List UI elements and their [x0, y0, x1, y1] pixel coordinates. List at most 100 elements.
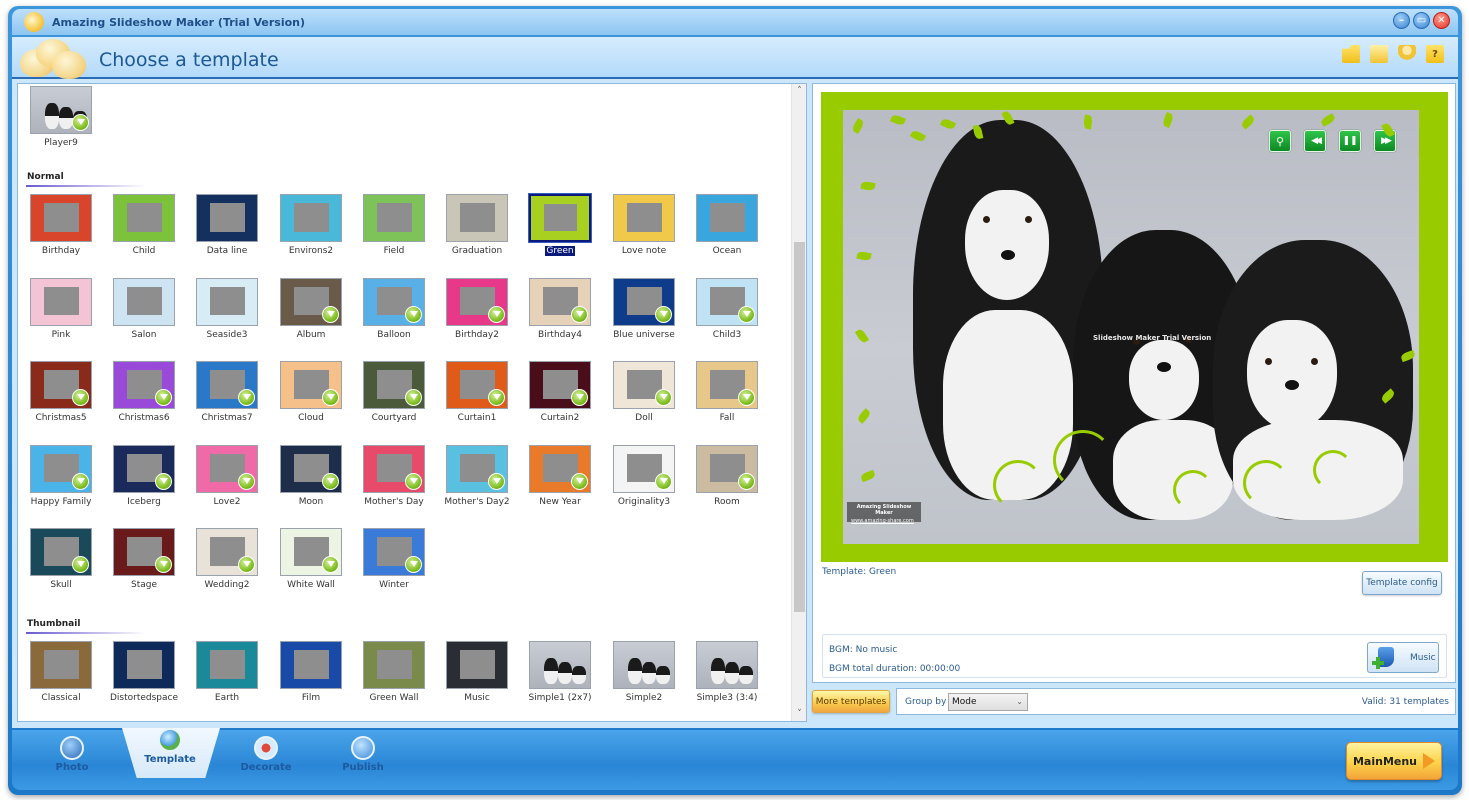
template-item[interactable]: Player9 [18, 86, 102, 156]
template-item[interactable]: Album [268, 277, 352, 348]
download-icon[interactable] [488, 389, 505, 406]
template-item[interactable]: Green [517, 193, 601, 264]
template-item[interactable]: Environs2 [268, 194, 352, 264]
download-icon[interactable] [238, 556, 255, 573]
download-icon[interactable] [155, 389, 172, 406]
template-item[interactable]: Christmas7 [184, 361, 268, 431]
download-icon[interactable] [655, 472, 672, 490]
download-icon[interactable] [72, 389, 89, 406]
scroll-thumb[interactable] [794, 242, 805, 612]
template-item[interactable]: Happy Family [18, 444, 102, 515]
template-item[interactable]: Birthday [18, 194, 102, 264]
download-icon[interactable] [655, 389, 672, 406]
template-item[interactable]: Simple1 (2x7) [517, 641, 601, 711]
music-button[interactable]: Music [1367, 642, 1439, 673]
template-item[interactable]: Green Wall [351, 641, 435, 711]
zoom-icon[interactable]: ⚲ [1269, 130, 1291, 152]
template-item[interactable]: Moon [268, 444, 352, 515]
template-item[interactable]: Graduation [434, 194, 518, 264]
tab-template[interactable]: Template [130, 728, 210, 770]
open-folder-icon[interactable] [1342, 45, 1360, 63]
download-icon[interactable] [571, 389, 588, 406]
template-item[interactable]: Wedding2 [184, 528, 268, 598]
download-icon[interactable] [405, 556, 422, 573]
group-by-select[interactable]: Mode ⌄ [948, 693, 1028, 711]
download-icon[interactable] [405, 472, 422, 490]
download-icon[interactable] [405, 389, 422, 406]
download-icon[interactable] [72, 472, 89, 490]
template-item[interactable]: Classical [18, 641, 102, 711]
download-icon[interactable] [405, 305, 422, 323]
template-item[interactable]: Film [268, 641, 352, 711]
template-item[interactable]: Child [101, 194, 185, 264]
template-config-button[interactable]: Template config [1362, 571, 1442, 595]
user-icon[interactable] [1398, 45, 1416, 63]
template-item[interactable]: Winter [351, 528, 435, 598]
template-preview[interactable]: Slideshow Maker Trial Version Amazing Sl… [821, 92, 1448, 562]
maximize-button[interactable]: ▭ [1413, 12, 1430, 29]
download-icon[interactable] [155, 556, 172, 573]
tab-publish[interactable]: Publish [323, 736, 403, 778]
template-item[interactable]: Simple3 (3:4) [684, 641, 768, 711]
main-menu-button[interactable]: MainMenu [1346, 742, 1442, 780]
template-item[interactable]: Distortedspace [101, 641, 185, 711]
vertical-scrollbar[interactable]: ˄ ˅ [791, 84, 806, 721]
more-templates-button[interactable]: More templates [812, 690, 890, 713]
download-icon[interactable] [72, 556, 89, 573]
template-item[interactable]: Simple2 [601, 641, 685, 711]
title-bar[interactable]: Amazing Slideshow Maker (Trial Version) … [12, 9, 1458, 35]
scroll-up-button[interactable]: ˄ [792, 84, 806, 98]
download-icon[interactable] [738, 389, 755, 406]
template-item[interactable]: Fall [684, 361, 768, 431]
download-icon[interactable] [655, 305, 672, 323]
template-item[interactable]: Pink [18, 277, 102, 348]
download-icon[interactable] [72, 114, 89, 131]
rewind-icon[interactable]: ◀◀ [1304, 130, 1326, 152]
template-item[interactable]: Blue universe [601, 277, 685, 348]
template-item[interactable]: Birthday4 [517, 277, 601, 348]
template-item[interactable]: Courtyard [351, 361, 435, 431]
download-icon[interactable] [238, 472, 255, 490]
template-item[interactable]: Mother's Day [351, 444, 435, 515]
template-item[interactable]: Balloon [351, 277, 435, 348]
template-item[interactable]: Curtain2 [517, 361, 601, 431]
download-icon[interactable] [322, 305, 339, 323]
template-item[interactable]: Iceberg [101, 444, 185, 515]
minimize-button[interactable]: – [1393, 12, 1410, 29]
template-item[interactable]: Christmas6 [101, 361, 185, 431]
template-item[interactable]: Christmas5 [18, 361, 102, 431]
template-item[interactable]: Ocean [684, 194, 768, 264]
download-icon[interactable] [738, 305, 755, 323]
template-item[interactable]: Stage [101, 528, 185, 598]
template-item[interactable]: Room [684, 444, 768, 515]
template-item[interactable]: Mother's Day2 [434, 444, 518, 515]
download-icon[interactable] [322, 389, 339, 406]
download-icon[interactable] [571, 472, 588, 490]
template-item[interactable]: Data line [184, 194, 268, 264]
template-item[interactable]: Earth [184, 641, 268, 711]
download-icon[interactable] [738, 472, 755, 490]
download-icon[interactable] [571, 305, 588, 323]
tab-decorate[interactable]: Decorate [226, 736, 306, 778]
download-icon[interactable] [488, 305, 505, 323]
download-icon[interactable] [322, 472, 339, 490]
download-icon[interactable] [488, 472, 505, 490]
tab-photo[interactable]: Photo [32, 736, 112, 778]
scroll-down-button[interactable]: ˅ [792, 707, 806, 721]
template-item[interactable]: Child3 [684, 277, 768, 348]
template-item[interactable]: Birthday2 [434, 277, 518, 348]
template-item[interactable]: Love note [601, 194, 685, 264]
download-icon[interactable] [322, 556, 339, 573]
template-item[interactable]: Doll [601, 361, 685, 431]
pause-icon[interactable]: ❚❚ [1339, 130, 1361, 152]
template-item[interactable]: Seaside3 [184, 277, 268, 348]
template-item[interactable]: Curtain1 [434, 361, 518, 431]
template-item[interactable]: Cloud [268, 361, 352, 431]
template-item[interactable]: Music [434, 641, 518, 711]
template-item[interactable]: Love2 [184, 444, 268, 515]
template-item[interactable]: New Year [517, 444, 601, 515]
template-item[interactable]: Field [351, 194, 435, 264]
download-icon[interactable] [155, 472, 172, 490]
template-item[interactable]: Originality3 [601, 444, 685, 515]
save-icon[interactable] [1370, 45, 1388, 63]
